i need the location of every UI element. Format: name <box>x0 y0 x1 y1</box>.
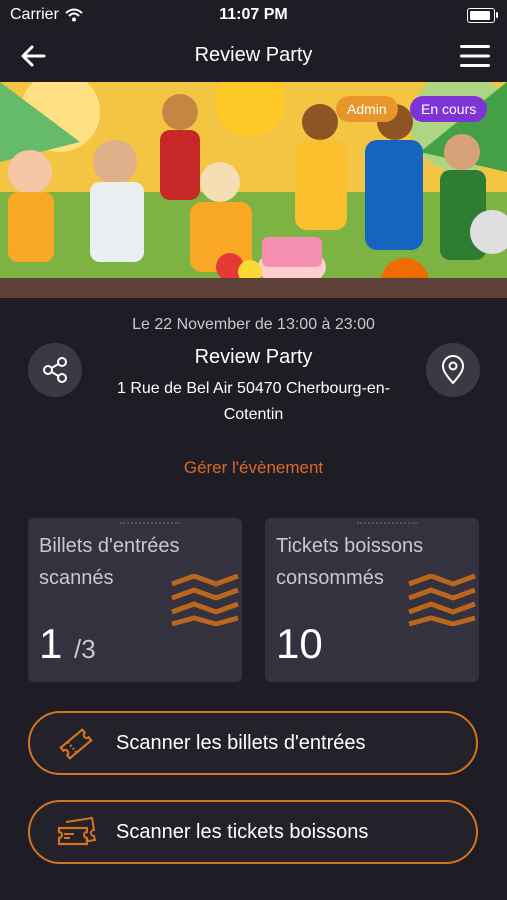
drinks-stat-value: 10 <box>276 620 323 667</box>
event-date: Le 22 November de 13:00 à 23:00 <box>132 316 375 333</box>
page-title: Review Party <box>194 44 313 66</box>
entries-stat-value: 1 /3 <box>39 620 96 668</box>
scan-entries-button[interactable]: Scanner les billets d'entrées <box>28 711 478 775</box>
share-icon <box>43 357 67 383</box>
entries-stat-card: Billets d'entrées scannés 1 /3 <box>28 518 242 682</box>
chevron-pattern-icon <box>408 574 476 626</box>
scan-drinks-button[interactable]: Scanner les tickets boissons <box>28 800 478 864</box>
location-button[interactable] <box>426 343 480 397</box>
admin-badge: Admin <box>336 96 398 122</box>
clock: 11:07 PM <box>219 6 288 23</box>
manage-event-link[interactable]: Gérer l'évènement <box>0 458 507 478</box>
chevron-pattern-icon <box>171 574 239 626</box>
status-badge: En cours <box>410 96 488 122</box>
navigation-bar: Review Party <box>0 32 507 80</box>
scan-entries-label: Scanner les billets d'entrées <box>116 732 366 754</box>
event-address: 1 Rue de Bel Air 50470 Cherbourg-en-Cote… <box>116 380 391 423</box>
scan-drinks-label: Scanner les tickets boissons <box>116 821 369 843</box>
drinks-stat-card: Tickets boissons consommés 10 <box>265 518 479 682</box>
tickets-icon <box>57 816 96 846</box>
entries-total-count: /3 <box>74 634 96 664</box>
entries-scanned-count: 1 <box>39 620 63 667</box>
battery-icon <box>467 8 498 23</box>
ticket-icon <box>59 728 93 760</box>
drinks-stat-label: Tickets boissons consommés <box>276 535 424 589</box>
status-bar: Carrier 11:07 PM <box>0 0 507 32</box>
entries-stat-label: Billets d'entrées scannés <box>39 535 180 589</box>
hamburger-menu-icon[interactable] <box>459 44 491 68</box>
share-button[interactable] <box>28 343 82 397</box>
map-pin-icon <box>441 355 465 385</box>
